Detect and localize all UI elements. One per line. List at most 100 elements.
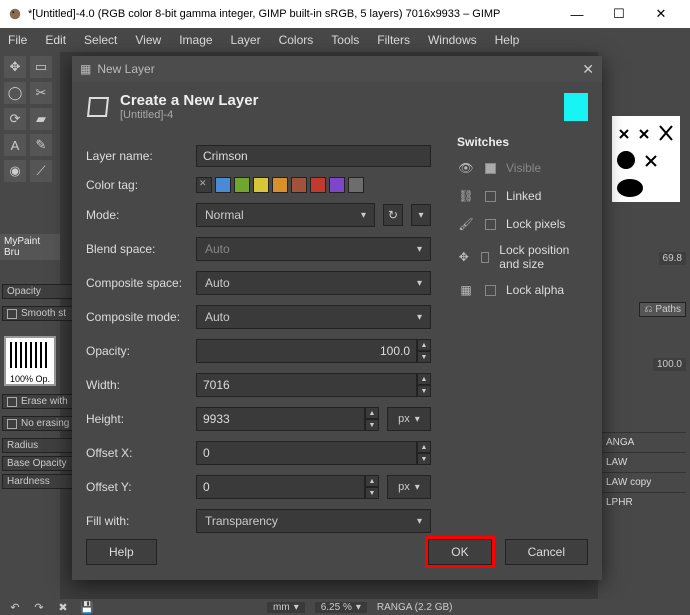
chevron-down-icon: ▾	[417, 312, 422, 323]
sb-undo-icon[interactable]: ↶	[8, 601, 22, 613]
color-swatch[interactable]	[564, 93, 588, 121]
lock-alpha-checkbox[interactable]	[485, 285, 496, 296]
dialog-right-column: Switches 👁 Visible ⛓ Linked 🖌 Lock pixel…	[457, 135, 588, 543]
menu-view[interactable]: View	[131, 31, 165, 49]
tool-move[interactable]: ✥	[4, 56, 26, 78]
offset-unit-select[interactable]: px▾	[387, 475, 431, 499]
color-tag-orange[interactable]	[272, 177, 288, 193]
sb-redo-icon[interactable]: ↷	[32, 601, 46, 613]
offset-x-input[interactable]	[196, 441, 417, 465]
layer-list-right: ANGA LAW LAW copy LPHR	[602, 432, 686, 512]
opacity-input[interactable]	[196, 339, 417, 363]
color-tag-brown[interactable]	[291, 177, 307, 193]
dialog-heading: Create a New Layer	[120, 92, 258, 109]
sb-delete-icon[interactable]: ✖	[56, 601, 70, 613]
color-tag-green[interactable]	[234, 177, 250, 193]
sb-save-icon[interactable]: 💾	[80, 601, 94, 613]
ok-button[interactable]: OK	[428, 539, 491, 565]
status-bar: ↶ ↷ ✖ 💾 mm▾ 6.25 %▾ RANGA (2.2 GB)	[0, 599, 690, 615]
dialog-titlebar: ▦ New Layer ✕	[72, 56, 602, 82]
spin-down[interactable]: ▼	[417, 453, 431, 465]
menu-help[interactable]: Help	[491, 31, 524, 49]
lock-pixels-checkbox[interactable]	[485, 219, 496, 230]
spin-up[interactable]: ▲	[365, 475, 379, 487]
color-tag-blue[interactable]	[215, 177, 231, 193]
dialog-icon: ▦	[80, 62, 91, 76]
tool-crop[interactable]: ✂	[30, 82, 52, 104]
lock-position-label: Lock position and size	[499, 243, 588, 271]
close-button[interactable]: ✕	[640, 0, 682, 28]
visible-checkbox[interactable]	[485, 163, 496, 174]
width-label: Width:	[86, 378, 188, 392]
layer-name-input[interactable]	[196, 145, 431, 167]
menu-layer[interactable]: Layer	[227, 31, 265, 49]
composite-space-label: Composite space:	[86, 276, 188, 290]
list-item[interactable]: LPHR	[602, 492, 686, 512]
spin-down[interactable]: ▼	[365, 487, 379, 499]
menu-image[interactable]: Image	[175, 31, 216, 49]
menu-select[interactable]: Select	[80, 31, 121, 49]
brush-size-value: 69.8	[659, 252, 686, 265]
brush-preview[interactable]: 100% Op.	[4, 336, 56, 386]
spin-down[interactable]: ▼	[365, 419, 379, 431]
tool-select[interactable]: ▭	[30, 56, 52, 78]
paths-tab[interactable]: ⎌Paths	[639, 302, 686, 317]
color-tag-gray[interactable]	[348, 177, 364, 193]
dialog-header: Create a New Layer [Untitled]-4	[72, 82, 602, 131]
menu-file[interactable]: File	[4, 31, 31, 49]
mode-select[interactable]: Normal▾	[196, 203, 375, 227]
list-item[interactable]: LAW	[602, 452, 686, 472]
composite-space-select[interactable]: Auto▾	[196, 271, 431, 295]
menu-bar: File Edit Select View Image Layer Colors…	[0, 28, 690, 52]
menu-filters[interactable]: Filters	[373, 31, 414, 49]
height-input[interactable]	[196, 407, 365, 431]
menu-colors[interactable]: Colors	[275, 31, 318, 49]
cancel-button[interactable]: Cancel	[505, 539, 588, 565]
linked-label: Linked	[506, 189, 541, 203]
chevron-down-icon: ▾	[415, 482, 420, 493]
status-unit-select[interactable]: mm▾	[267, 602, 305, 613]
fill-with-select[interactable]: Transparency▾	[196, 509, 431, 533]
tool-text[interactable]: A	[4, 134, 26, 156]
mypaint-tab[interactable]: MyPaint Bru	[0, 234, 60, 260]
menu-tools[interactable]: Tools	[327, 31, 363, 49]
list-item[interactable]: LAW copy	[602, 472, 686, 492]
tool-eyedrop[interactable]: ◉	[4, 160, 26, 182]
maximize-button[interactable]: ☐	[598, 0, 640, 28]
color-tag-none[interactable]	[196, 177, 212, 193]
tool-rotate[interactable]: ⟳	[4, 108, 26, 130]
mode-menu-button[interactable]: ▾	[411, 204, 431, 226]
minimize-button[interactable]: —	[556, 0, 598, 28]
spin-up[interactable]: ▲	[365, 407, 379, 419]
blend-space-label: Blend space:	[86, 242, 188, 256]
help-button[interactable]: Help	[86, 539, 157, 565]
brush-thumbnail[interactable]	[612, 116, 680, 202]
color-tag-red[interactable]	[310, 177, 326, 193]
spin-up[interactable]: ▲	[417, 339, 431, 351]
window-titlebar: *[Untitled]-4.0 (RGB color 8-bit gamma i…	[0, 0, 690, 28]
offset-y-input[interactable]	[196, 475, 365, 499]
dialog-close-button[interactable]: ✕	[582, 61, 594, 78]
spin-up[interactable]: ▲	[417, 441, 431, 453]
color-tag-yellow[interactable]	[253, 177, 269, 193]
tool-measure[interactable]: ⟋	[30, 160, 52, 182]
width-input[interactable]	[196, 373, 417, 397]
linked-checkbox[interactable]	[485, 191, 496, 202]
status-zoom-select[interactable]: 6.25 %▾	[315, 602, 367, 613]
composite-mode-select[interactable]: Auto▾	[196, 305, 431, 329]
color-tag-violet[interactable]	[329, 177, 345, 193]
spin-up[interactable]: ▲	[417, 373, 431, 385]
menu-edit[interactable]: Edit	[41, 31, 70, 49]
list-item[interactable]: ANGA	[602, 432, 686, 452]
tool-fill[interactable]: ▰	[30, 108, 52, 130]
lock-position-checkbox[interactable]	[481, 252, 490, 263]
spin-down[interactable]: ▼	[417, 351, 431, 363]
chevron-down-icon: ▾	[361, 210, 366, 221]
tool-lasso[interactable]: ◯	[4, 82, 26, 104]
mode-reset-button[interactable]: ↻	[383, 204, 403, 226]
spin-down[interactable]: ▼	[417, 385, 431, 397]
menu-windows[interactable]: Windows	[424, 31, 481, 49]
blend-space-select[interactable]: Auto▾	[196, 237, 431, 261]
tool-paint[interactable]: ✎	[30, 134, 52, 156]
size-unit-select[interactable]: px▾	[387, 407, 431, 431]
